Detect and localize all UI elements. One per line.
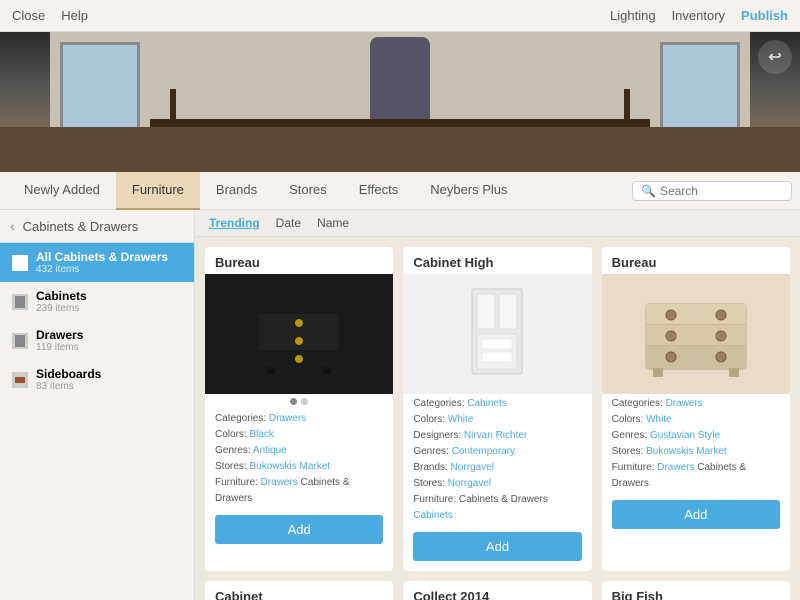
tab-stores[interactable]: Stores bbox=[273, 172, 343, 210]
search-input[interactable] bbox=[660, 184, 790, 198]
sort-date[interactable]: Date bbox=[276, 216, 301, 230]
card-title: Cabinet bbox=[205, 581, 393, 600]
card-image bbox=[602, 274, 790, 394]
breadcrumb-label: Cabinets & Drawers bbox=[23, 219, 139, 234]
content-area: Trending Date Name Bureau bbox=[195, 210, 800, 600]
card-title: Cabinet High bbox=[403, 247, 591, 274]
furniture-link[interactable]: Cabinets bbox=[413, 510, 452, 521]
all-cabinets-icon bbox=[12, 255, 28, 271]
sort-trending[interactable]: Trending bbox=[209, 216, 260, 230]
card-bureau-black: Bureau bbox=[205, 247, 393, 571]
all-cabinets-text: All Cabinets & Drawers 432 items bbox=[36, 250, 182, 275]
drawers-text: Drawers 119 items bbox=[36, 328, 182, 353]
table-leg-left bbox=[170, 89, 176, 119]
sort-name[interactable]: Name bbox=[317, 216, 349, 230]
hero-area: ↩ bbox=[0, 32, 800, 172]
close-button[interactable]: Close bbox=[12, 8, 45, 23]
designer-link[interactable]: Nirvan Richter bbox=[464, 430, 527, 441]
card-dots bbox=[205, 394, 393, 409]
table bbox=[150, 119, 650, 127]
tab-effects[interactable]: Effects bbox=[343, 172, 415, 210]
card-meta: Categories: Cabinets Colors: White Desig… bbox=[403, 394, 591, 526]
genre-link[interactable]: Antique bbox=[253, 445, 287, 456]
color-link[interactable]: White bbox=[646, 414, 672, 425]
hero-scene bbox=[0, 32, 800, 172]
publish-button[interactable]: Publish bbox=[741, 8, 788, 23]
dot-1 bbox=[290, 398, 297, 405]
card-big-fish: Big Fish bbox=[602, 581, 790, 600]
lighting-button[interactable]: Lighting bbox=[610, 8, 656, 23]
card-image bbox=[403, 274, 591, 394]
genre-link[interactable]: Gustavian Style bbox=[650, 430, 720, 441]
category-link[interactable]: Drawers bbox=[269, 413, 306, 424]
table-leg-right bbox=[624, 89, 630, 119]
search-icon: 🔍 bbox=[641, 184, 656, 198]
category-link[interactable]: Drawers bbox=[666, 398, 703, 409]
topbar-right: Lighting Inventory Publish bbox=[610, 8, 788, 23]
card-collect-2014: Collect 2014 bbox=[403, 581, 591, 600]
cabinets-text: Cabinets 239 items bbox=[36, 289, 182, 314]
card-cabinet-high: Cabinet High Categories: Cabinets bbox=[403, 247, 591, 571]
color-link[interactable]: White bbox=[448, 414, 474, 425]
furniture-link[interactable]: Drawers bbox=[657, 462, 694, 473]
topbar-left: Close Help bbox=[12, 8, 88, 23]
topbar: Close Help Lighting Inventory Publish bbox=[0, 0, 800, 32]
navtabs: Newly Added Furniture Brands Stores Effe… bbox=[0, 172, 800, 210]
card-meta: Categories: Drawers Colors: White Genres… bbox=[602, 394, 790, 494]
floor bbox=[0, 127, 800, 172]
color-link[interactable]: Black bbox=[249, 429, 273, 440]
sortbar: Trending Date Name bbox=[195, 210, 800, 237]
sidebar: ‹ Cabinets & Drawers All Cabinets & Draw… bbox=[0, 210, 195, 600]
sidebar-item-cabinets[interactable]: Cabinets 239 items bbox=[0, 282, 194, 321]
add-bureau-cream-button[interactable]: Add bbox=[612, 500, 780, 529]
inventory-button[interactable]: Inventory bbox=[672, 8, 725, 23]
add-bureau-black-button[interactable]: Add bbox=[215, 515, 383, 544]
dot-2 bbox=[301, 398, 308, 405]
category-link[interactable]: Cabinets bbox=[467, 398, 506, 409]
brand-link[interactable]: Norrgavel bbox=[451, 462, 494, 473]
avatar-button[interactable]: ↩ bbox=[758, 40, 792, 74]
sidebar-item-drawers[interactable]: Drawers 119 items bbox=[0, 321, 194, 360]
card-cabinet: Cabinet bbox=[205, 581, 393, 600]
coat-rack bbox=[370, 37, 430, 127]
main-area: ‹ Cabinets & Drawers All Cabinets & Draw… bbox=[0, 210, 800, 600]
sideboards-icon bbox=[12, 372, 28, 388]
card-bureau-cream: Bureau bbox=[602, 247, 790, 571]
card-image bbox=[205, 274, 393, 394]
help-button[interactable]: Help bbox=[61, 8, 88, 23]
store-link[interactable]: Bukowskis Market bbox=[249, 461, 330, 472]
store-link[interactable]: Bukowskis Market bbox=[646, 446, 727, 457]
cabinets-icon bbox=[12, 294, 28, 310]
card-title: Bureau bbox=[205, 247, 393, 274]
search-box[interactable]: 🔍 bbox=[632, 181, 792, 201]
drawers-icon bbox=[12, 333, 28, 349]
card-title: Big Fish bbox=[602, 581, 790, 600]
sidebar-breadcrumb[interactable]: ‹ Cabinets & Drawers bbox=[0, 210, 194, 243]
back-arrow-icon: ‹ bbox=[10, 218, 15, 234]
store-link[interactable]: Norrgavel bbox=[448, 478, 491, 489]
genre-link[interactable]: Contemporary bbox=[452, 446, 515, 457]
sidebar-item-sideboards[interactable]: Sideboards 83 items bbox=[0, 360, 194, 399]
card-title: Collect 2014 bbox=[403, 581, 591, 600]
content-wrapper: Bureau bbox=[195, 237, 800, 600]
sidebar-item-all[interactable]: All Cabinets & Drawers 432 items bbox=[0, 243, 194, 282]
card-meta: Categories: Drawers Colors: Black Genres… bbox=[205, 409, 393, 509]
card-title: Bureau bbox=[602, 247, 790, 274]
tab-newly-added[interactable]: Newly Added bbox=[8, 172, 116, 210]
tab-brands[interactable]: Brands bbox=[200, 172, 273, 210]
furniture-link[interactable]: Drawers bbox=[261, 477, 298, 488]
product-grid: Bureau bbox=[195, 237, 800, 600]
tab-furniture[interactable]: Furniture bbox=[116, 172, 200, 210]
sideboards-text: Sideboards 83 items bbox=[36, 367, 182, 392]
tab-neybers-plus[interactable]: Neybers Plus bbox=[414, 172, 523, 210]
add-cabinet-high-button[interactable]: Add bbox=[413, 532, 581, 561]
